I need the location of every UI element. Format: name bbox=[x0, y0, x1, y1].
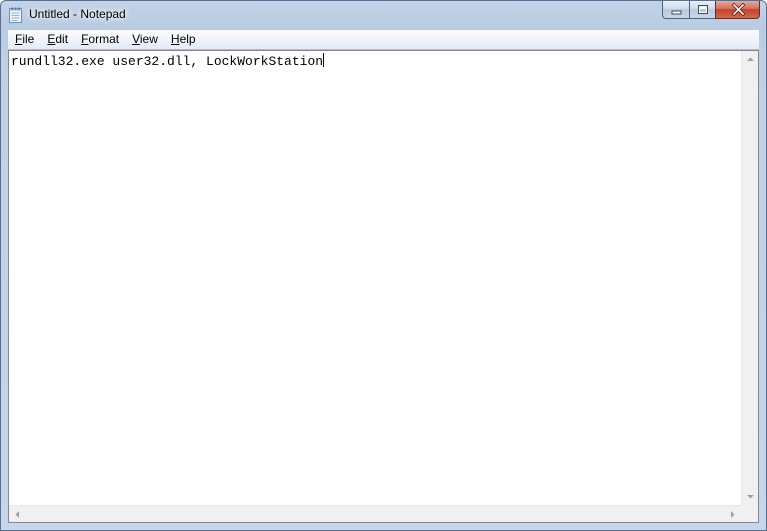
scroll-up-button[interactable] bbox=[742, 51, 759, 68]
menu-file[interactable]: File bbox=[8, 30, 40, 49]
text-content-area[interactable]: rundll32.exe user32.dll, LockWorkStation bbox=[11, 53, 739, 503]
title-bar[interactable]: Untitled - Notepad bbox=[1, 1, 766, 29]
notepad-window: Untitled - Notepad File Edit Format View… bbox=[0, 0, 767, 531]
scroll-down-button[interactable] bbox=[742, 488, 759, 505]
window-title: Untitled - Notepad bbox=[29, 7, 126, 21]
editor-area[interactable]: rundll32.exe user32.dll, LockWorkStation bbox=[8, 50, 759, 523]
maximize-button[interactable] bbox=[689, 1, 715, 19]
notepad-icon[interactable] bbox=[9, 7, 22, 23]
menu-format-label: ormat bbox=[88, 32, 120, 46]
menu-help[interactable]: Help bbox=[164, 30, 202, 49]
menu-view[interactable]: View bbox=[125, 30, 164, 49]
horizontal-scrollbar[interactable] bbox=[9, 505, 741, 522]
scroll-down-arrow-icon bbox=[747, 495, 754, 499]
menu-view-label: iew bbox=[139, 32, 158, 46]
menu-edit-label: dit bbox=[55, 32, 69, 46]
vertical-scrollbar[interactable] bbox=[741, 51, 758, 505]
editor-text: rundll32.exe user32.dll, LockWorkStation bbox=[11, 54, 324, 69]
menu-help-accel: H bbox=[170, 32, 180, 46]
menu-view-accel: V bbox=[132, 32, 140, 46]
close-icon bbox=[731, 2, 746, 17]
maximize-icon bbox=[698, 5, 708, 14]
minimize-icon bbox=[671, 10, 682, 15]
text-caret bbox=[323, 53, 325, 67]
menu-help-label: elp bbox=[179, 32, 196, 46]
minimize-button[interactable] bbox=[662, 1, 689, 19]
caption-buttons bbox=[662, 1, 760, 20]
size-grip[interactable] bbox=[741, 505, 758, 522]
scroll-left-arrow-icon bbox=[15, 511, 19, 518]
menu-edit[interactable]: Edit bbox=[40, 30, 74, 49]
close-button[interactable] bbox=[715, 1, 760, 19]
scroll-right-arrow-icon bbox=[731, 511, 735, 518]
scroll-right-button[interactable] bbox=[724, 506, 741, 523]
menu-format[interactable]: Format bbox=[74, 30, 125, 49]
menu-file-label: ile bbox=[22, 32, 35, 46]
menu-bar: File Edit Format View Help bbox=[8, 30, 759, 50]
scroll-up-arrow-icon bbox=[747, 57, 754, 61]
scroll-left-button[interactable] bbox=[9, 506, 26, 523]
